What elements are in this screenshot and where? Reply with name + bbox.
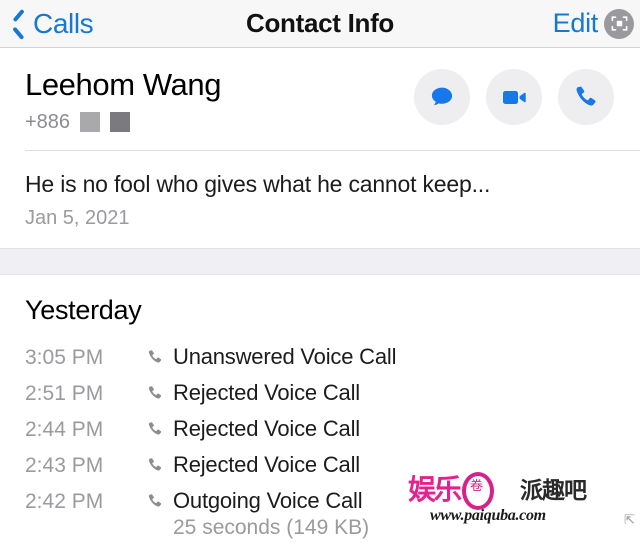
screenshot-capture-icon[interactable] <box>604 8 634 39</box>
call-time: 3:05 PM <box>25 345 104 369</box>
call-type-label: Outgoing Voice Call <box>173 488 363 514</box>
contact-identity: Leehom Wang +886 <box>25 66 414 134</box>
status-date: Jan 5, 2021 <box>25 206 130 229</box>
contact-header: Leehom Wang +886 <box>0 48 640 152</box>
contact-phone-line: +886 <box>25 110 414 134</box>
call-time: 2:44 PM <box>25 417 104 441</box>
redacted-block <box>110 112 131 133</box>
chevron-left-icon <box>12 12 26 36</box>
contact-phone-number: +886 <box>25 111 71 134</box>
contact-name: Leehom Wang <box>25 67 222 102</box>
call-entry: Unanswered Voice Call <box>145 346 615 368</box>
video-camera-icon <box>503 91 526 104</box>
edit-button[interactable]: Edit <box>553 10 599 37</box>
call-meta-spacer <box>25 517 145 538</box>
contact-header-row: Leehom Wang +886 <box>0 66 640 134</box>
call-entry: Rejected Voice Call <box>145 418 615 440</box>
call-duration-row: 25 seconds (149 KB) <box>0 517 640 538</box>
call-history-row[interactable]: 2:44 PM Rejected Voice Call <box>0 411 640 447</box>
voice-call-button[interactable] <box>558 69 614 125</box>
status-text: He is no fool who gives what he cannot k… <box>25 171 491 198</box>
status-section[interactable]: He is no fool who gives what he cannot k… <box>0 151 640 248</box>
call-history-day-heading: Yesterday <box>25 294 142 325</box>
call-type-label: Rejected Voice Call <box>173 416 360 442</box>
call-history-row[interactable]: 2:51 PM Rejected Voice Call <box>0 375 640 411</box>
video-call-button[interactable] <box>486 69 542 125</box>
call-entry: Outgoing Voice Call <box>145 490 615 512</box>
chat-bubble-icon <box>431 87 453 106</box>
call-history-list: 3:05 PM Unanswered Voice Call 2:51 PM Re… <box>0 339 640 539</box>
call-entry: Rejected Voice Call <box>145 382 615 404</box>
call-history-row[interactable]: 3:05 PM Unanswered Voice Call <box>0 339 640 375</box>
call-type-label: Unanswered Voice Call <box>173 344 397 370</box>
phone-icon <box>145 455 165 475</box>
message-button[interactable] <box>414 69 470 125</box>
section-separator <box>0 247 640 275</box>
call-history-row[interactable]: 2:42 PM Outgoing Voice Call <box>0 483 640 519</box>
call-time: 2:51 PM <box>25 381 104 405</box>
contact-action-buttons <box>414 66 614 125</box>
phone-icon <box>145 383 165 403</box>
call-type-label: Rejected Voice Call <box>173 380 360 406</box>
redacted-block <box>80 112 101 133</box>
call-entry: Rejected Voice Call <box>145 454 615 476</box>
phone-icon <box>145 491 165 511</box>
back-to-calls-button[interactable]: Calls <box>0 7 94 39</box>
navigation-bar: Calls Contact Info Edit <box>0 0 640 48</box>
call-time: 2:43 PM <box>25 453 104 477</box>
phone-icon <box>145 347 165 367</box>
call-type-label: Rejected Voice Call <box>173 452 360 478</box>
call-history-section: Yesterday 3:05 PM Unanswered Voice Call … <box>0 275 640 538</box>
navbar-right-actions: Edit <box>553 8 640 39</box>
call-history-row[interactable]: 2:43 PM Rejected Voice Call <box>0 447 640 483</box>
phone-icon <box>576 86 596 106</box>
phone-icon <box>145 419 165 439</box>
page-title: Contact Info <box>245 8 395 38</box>
back-button-label: Calls <box>33 7 94 39</box>
call-duration-size: 25 seconds (149 KB) <box>173 516 370 540</box>
contact-info-screen: Calls Contact Info Edit Leehom Wang +886 <box>0 0 640 543</box>
call-time: 2:42 PM <box>25 489 104 513</box>
